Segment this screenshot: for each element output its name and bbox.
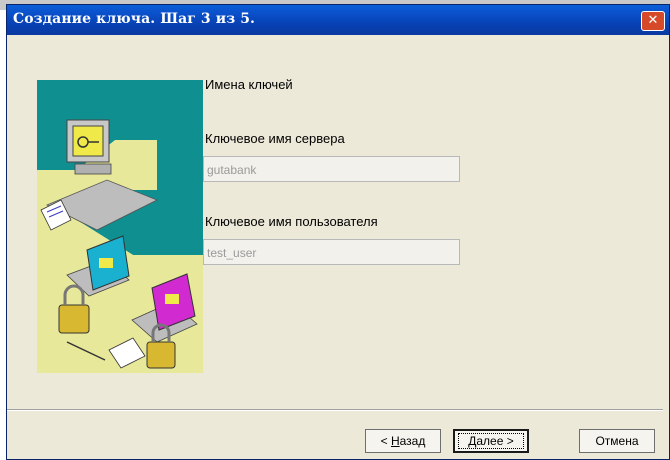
wizard-illustration [37, 80, 203, 373]
close-icon: ✕ [647, 13, 659, 28]
title-bar[interactable]: Создание ключа. Шаг 3 из 5. ✕ [7, 5, 669, 35]
window-title: Создание ключа. Шаг 3 из 5. [13, 11, 256, 27]
focus-rectangle [458, 433, 524, 449]
user-key-field[interactable]: test_user [203, 239, 460, 265]
wizard-dialog: Создание ключа. Шаг 3 из 5. ✕ Имена ключ… [6, 4, 670, 460]
server-key-label: Ключевое имя сервера [205, 131, 345, 146]
user-key-label: Ключевое имя пользователя [205, 214, 378, 229]
section-heading: Имена ключей [205, 77, 293, 92]
next-button[interactable]: Далее > [453, 429, 529, 453]
close-button[interactable]: ✕ [641, 11, 665, 31]
server-key-field[interactable]: gutabank [203, 156, 460, 182]
cancel-button[interactable]: Отмена [579, 429, 655, 453]
back-button[interactable]: < Назад [365, 429, 441, 453]
